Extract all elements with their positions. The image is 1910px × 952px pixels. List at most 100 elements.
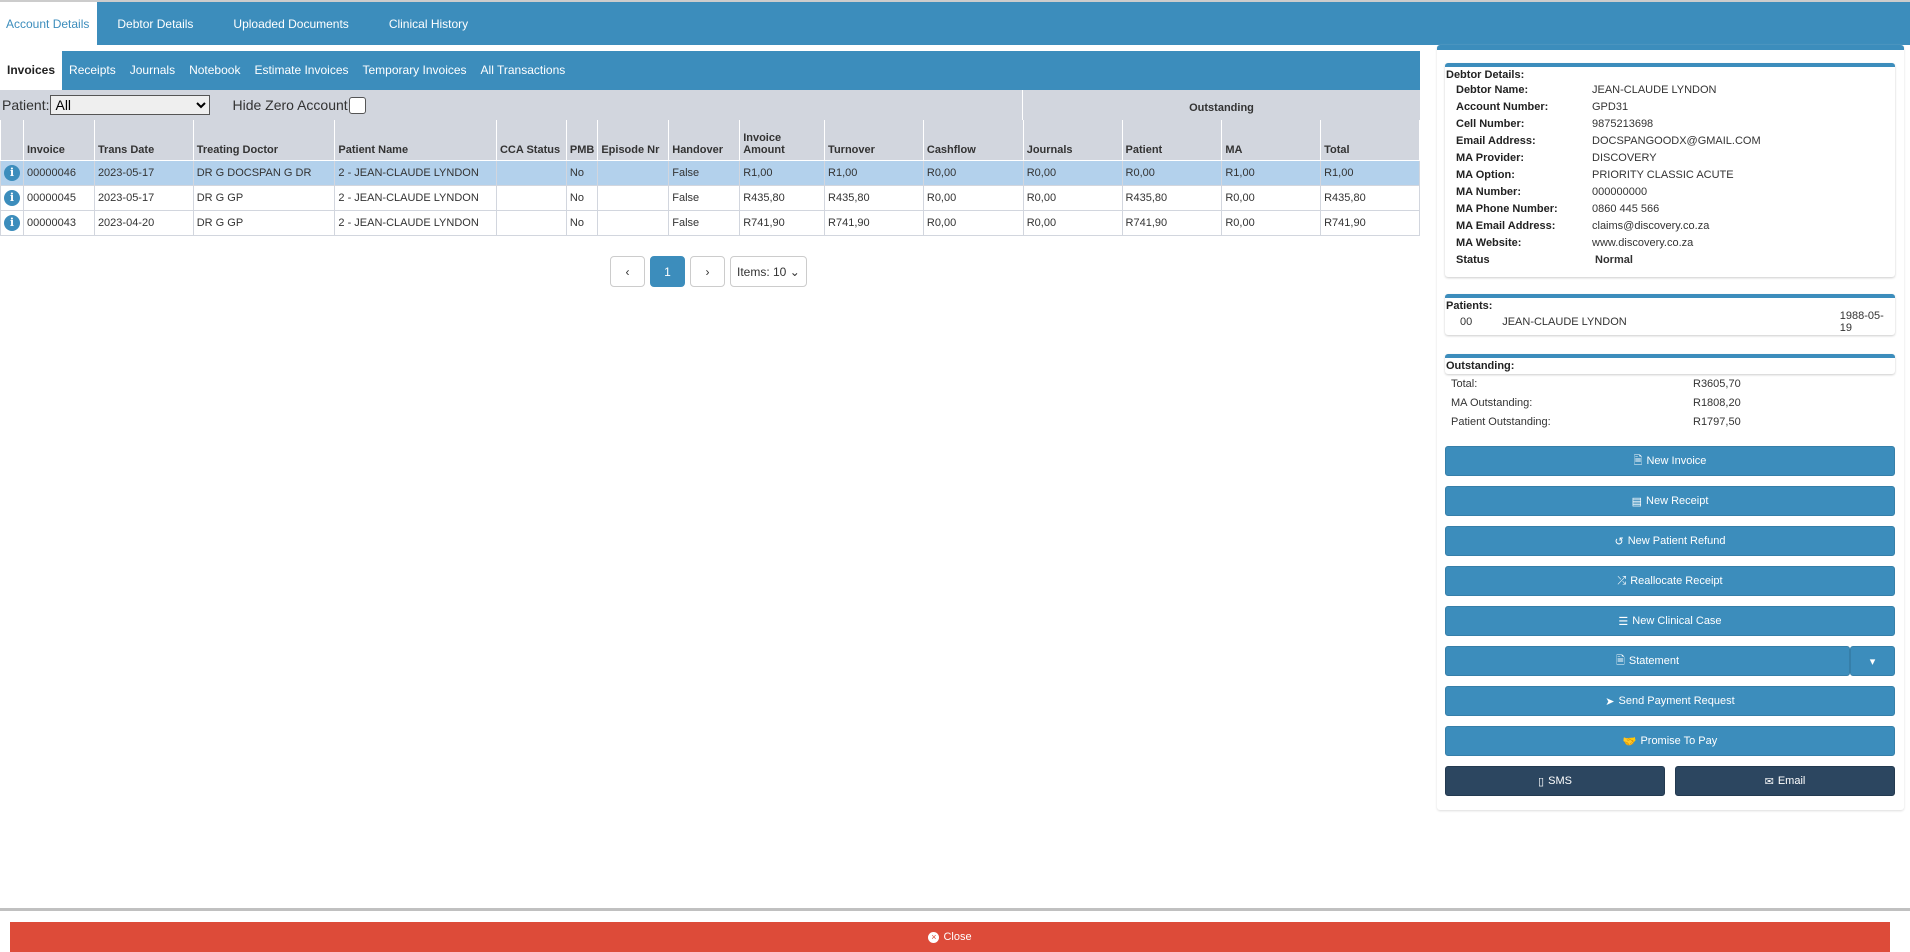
tab-all-transactions[interactable]: All Transactions <box>474 51 573 90</box>
field-label: Debtor Name: <box>1456 83 1529 96</box>
new-invoice-button[interactable]: 🗎 New Invoice <box>1445 446 1895 476</box>
prev-page-button[interactable]: ‹ <box>610 256 645 287</box>
new-clinical-case-button[interactable]: ☰ New Clinical Case <box>1445 606 1895 636</box>
cell-turnover: R741,90 <box>824 209 924 236</box>
debtor-details-box: Debtor Details: Debtor Name: JEAN-CLAUDE … <box>1445 63 1895 277</box>
reallocate-receipt-button[interactable]: ⤮ Reallocate Receipt <box>1445 566 1895 596</box>
patient-list-item[interactable]: 00 JEAN-CLAUDE LYNDON 1988-05-19 <box>1445 310 1895 334</box>
debtor-field-account-number: Account Number: GPD31 <box>1445 98 1895 115</box>
cell-turnover: R435,80 <box>824 184 924 211</box>
tab-journals[interactable]: Journals <box>123 51 182 90</box>
cell-cca-status <box>495 209 567 236</box>
info-icon[interactable]: i <box>4 164 20 181</box>
patients-box: Patients: 00 JEAN-CLAUDE LYNDON 1988-05-… <box>1445 294 1895 335</box>
table-row[interactable]: i 00000045 2023-05-17 DR G GP 2 - JEAN-CLAUD… <box>0 184 1420 211</box>
hide-zero-label: Hide Zero Account <box>232 97 348 113</box>
patients-title: Patients: <box>1446 300 1493 312</box>
page-1-button[interactable]: 1 <box>650 256 685 287</box>
undo-icon: ↺ <box>1614 535 1624 548</box>
tab-clinical-history[interactable]: Clinical History <box>369 2 488 45</box>
column-header-trans-date[interactable]: Trans Date <box>93 120 194 161</box>
statement-button[interactable]: 🗎 Statement <box>1445 646 1850 676</box>
cell-journals: R0,00 <box>1022 209 1123 236</box>
cell-journals: R0,00 <box>1022 159 1123 186</box>
cell-patient: R435,80 <box>1121 184 1223 211</box>
column-header-cca-status[interactable]: CCA Status <box>495 120 567 161</box>
info-icon[interactable]: i <box>4 214 20 231</box>
button-label: Reallocate Receipt <box>1630 575 1723 587</box>
chevron-down-icon: ⌄ <box>789 264 800 279</box>
cell-trans-date: 2023-05-17 <box>93 184 194 211</box>
patient-label: Patient: <box>2 97 50 113</box>
table-row[interactable]: i 00000043 2023-04-20 DR G GP 2 - JEAN-CLAUD… <box>0 209 1420 236</box>
field-value: Normal <box>1595 253 1633 266</box>
cell-ma: R0,00 <box>1221 184 1322 211</box>
field-value: JEAN-CLAUDE LYNDON <box>1592 83 1717 96</box>
column-header-handover[interactable]: Handover <box>668 120 741 161</box>
info-cell: i <box>0 209 24 236</box>
items-per-page-select[interactable]: Items: 10 ⌄ <box>730 256 807 287</box>
top-tab-bar: Account Details Debtor Details Uploaded … <box>0 0 1910 45</box>
table-row[interactable]: i 00000046 2023-05-17 DR G DOCSPAN G DR 2 - … <box>0 159 1420 186</box>
column-header-patient-name[interactable]: Patient Name <box>334 120 497 161</box>
cell-turnover: R1,00 <box>824 159 924 186</box>
cell-cashflow: R0,00 <box>922 209 1024 236</box>
cell-cca-status <box>495 184 567 211</box>
footer-divider <box>0 908 1910 911</box>
outstanding-values: Total: R3605,70 MA Outstanding: R1808,20 Pat… <box>1450 374 1890 431</box>
column-header-turnover[interactable]: Turnover <box>824 120 924 161</box>
info-icon[interactable]: i <box>4 189 20 206</box>
column-header-cashflow[interactable]: Cashflow <box>922 120 1024 161</box>
hide-zero-checkbox[interactable] <box>348 96 366 114</box>
tab-temporary-invoices[interactable]: Temporary Invoices <box>356 51 474 90</box>
outstanding-group-header: Outstanding <box>1022 90 1420 120</box>
patient-select[interactable]: All <box>50 95 211 115</box>
tab-debtor-details[interactable]: Debtor Details <box>97 2 213 45</box>
column-header-treating-doctor[interactable]: Treating Doctor <box>192 120 336 161</box>
sms-button[interactable]: ▯ SMS <box>1445 766 1665 796</box>
column-header-invoice[interactable]: Invoice <box>23 120 95 161</box>
column-header-episode-nr[interactable]: Episode Nr <box>597 120 670 161</box>
receipt-icon: ▤ <box>1631 495 1643 508</box>
promise-to-pay-button[interactable]: 🤝 Promise To Pay <box>1445 726 1895 756</box>
debtor-field-ma-provider: MA Provider: DISCOVERY <box>1445 149 1895 166</box>
close-circle-icon: × <box>928 931 940 943</box>
tab-uploaded-documents[interactable]: Uploaded Documents <box>213 2 368 45</box>
email-button[interactable]: ✉ Email <box>1675 766 1895 796</box>
close-button[interactable]: × Close <box>10 922 1890 952</box>
column-header-total[interactable]: Total <box>1320 120 1420 161</box>
new-receipt-button[interactable]: ▤ New Receipt <box>1445 486 1895 516</box>
next-page-button[interactable]: › <box>690 256 725 287</box>
cell-invoice: 00000045 <box>23 184 95 211</box>
column-header-journals[interactable]: Journals <box>1022 120 1123 161</box>
column-header-ma[interactable]: MA <box>1221 120 1322 161</box>
debtor-details-title: Debtor Details: <box>1446 69 1525 81</box>
field-value: GPD31 <box>1592 100 1629 113</box>
cell-pmb: No <box>565 209 599 236</box>
cell-cashflow: R0,00 <box>922 184 1024 211</box>
field-value: R1808,20 <box>1693 396 1741 409</box>
tab-estimate-invoices[interactable]: Estimate Invoices <box>247 51 355 90</box>
cell-cashflow: R0,00 <box>922 159 1024 186</box>
pagination: ‹ 1 › Items: 10 ⌄ <box>610 256 807 287</box>
tab-receipts[interactable]: Receipts <box>62 51 123 90</box>
send-payment-request-button[interactable]: ➤ Send Payment Request <box>1445 686 1895 716</box>
cell-handover: False <box>668 184 741 211</box>
debtor-field-ma-option: MA Option: PRIORITY CLASSIC ACUTE <box>1445 166 1895 183</box>
field-label: MA Outstanding: <box>1451 396 1533 409</box>
tab-account-details[interactable]: Account Details <box>0 2 98 45</box>
new-patient-refund-button[interactable]: ↺ New Patient Refund <box>1445 526 1895 556</box>
column-header-pmb[interactable]: PMB <box>565 120 599 161</box>
sub-tab-bar: Invoices Receipts Journals Notebook Esti… <box>0 51 1420 90</box>
file-icon: 🗎 <box>1616 654 1625 667</box>
tab-invoices[interactable]: Invoices <box>0 51 63 90</box>
column-header-invoice-amount[interactable]: Invoice Amount <box>739 120 826 161</box>
statement-dropdown-toggle[interactable]: ▾ <box>1850 646 1895 676</box>
debtor-field-cell-number: Cell Number: 9875213698 <box>1445 115 1895 132</box>
button-label: New Clinical Case <box>1632 615 1722 627</box>
debtor-field-status: Status Normal <box>1445 251 1895 268</box>
outstanding-ma-outstanding: MA Outstanding: R1808,20 <box>1450 393 1890 412</box>
column-header-patient[interactable]: Patient <box>1121 120 1223 161</box>
tab-notebook[interactable]: Notebook <box>182 51 247 90</box>
handshake-icon: 🤝 <box>1622 735 1637 748</box>
